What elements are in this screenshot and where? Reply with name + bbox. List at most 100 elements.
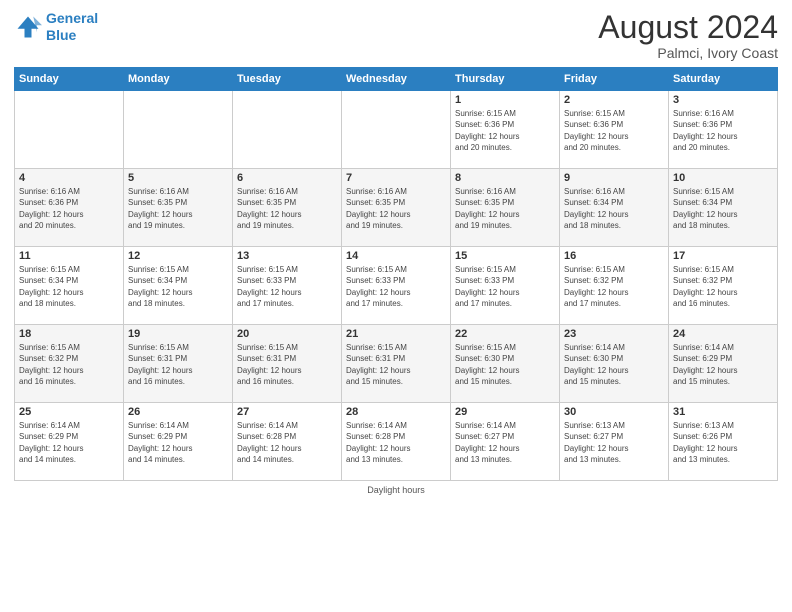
day-number: 28 xyxy=(346,406,446,418)
cell-info: Sunrise: 6:15 AM Sunset: 6:31 PM Dayligh… xyxy=(237,342,337,387)
calendar-cell: 15 Sunrise: 6:15 AM Sunset: 6:33 PM Dayli… xyxy=(451,247,560,325)
cell-info: Sunrise: 6:15 AM Sunset: 6:30 PM Dayligh… xyxy=(455,342,555,387)
cell-info: Sunrise: 6:14 AM Sunset: 6:27 PM Dayligh… xyxy=(455,420,555,465)
cell-info: Sunrise: 6:16 AM Sunset: 6:36 PM Dayligh… xyxy=(673,108,773,153)
title-block: August 2024 Palmci, Ivory Coast xyxy=(598,10,778,61)
calendar-cell xyxy=(124,91,233,169)
cell-info: Sunrise: 6:16 AM Sunset: 6:36 PM Dayligh… xyxy=(19,186,119,231)
day-number: 24 xyxy=(673,328,773,340)
calendar-cell: 7Sunrise: 6:16 AM Sunset: 6:35 PM Daylig… xyxy=(342,169,451,247)
calendar-cell: 20 Sunrise: 6:15 AM Sunset: 6:31 PM Dayli… xyxy=(233,325,342,403)
cell-info: Sunrise: 6:15 AM Sunset: 6:36 PM Dayligh… xyxy=(455,108,555,153)
day-number: 5 xyxy=(128,172,228,184)
main-title: August 2024 xyxy=(598,10,778,45)
day-number: 13 xyxy=(237,250,337,262)
calendar-cell: 19 Sunrise: 6:15 AM Sunset: 6:31 PM Dayli… xyxy=(124,325,233,403)
calendar-cell: 30Sunrise: 6:13 AM Sunset: 6:27 PM Dayli… xyxy=(560,403,669,481)
calendar-cell: 8Sunrise: 6:16 AM Sunset: 6:35 PM Daylig… xyxy=(451,169,560,247)
calendar-cell: 16 Sunrise: 6:15 AM Sunset: 6:32 PM Dayli… xyxy=(560,247,669,325)
weekday-tuesday: Tuesday xyxy=(233,68,342,91)
calendar-cell: 25 Sunrise: 6:14 AM Sunset: 6:29 PM Dayli… xyxy=(15,403,124,481)
calendar-cell: 13 Sunrise: 6:15 AM Sunset: 6:33 PM Dayli… xyxy=(233,247,342,325)
cell-info: Sunrise: 6:15 AM Sunset: 6:33 PM Dayligh… xyxy=(346,264,446,309)
logo-icon xyxy=(14,13,42,41)
week-row-5: 25 Sunrise: 6:14 AM Sunset: 6:29 PM Dayli… xyxy=(15,403,778,481)
weekday-sunday: Sunday xyxy=(15,68,124,91)
calendar-cell: 1 Sunrise: 6:15 AM Sunset: 6:36 PM Daylig… xyxy=(451,91,560,169)
day-number: 19 xyxy=(128,328,228,340)
calendar-cell: 12 Sunrise: 6:15 AM Sunset: 6:34 PM Dayli… xyxy=(124,247,233,325)
calendar-cell: 5Sunrise: 6:16 AM Sunset: 6:35 PM Daylig… xyxy=(124,169,233,247)
calendar-cell: 26 Sunrise: 6:14 AM Sunset: 6:29 PM Dayli… xyxy=(124,403,233,481)
footer-note: Daylight hours xyxy=(14,485,778,495)
calendar-cell: 21Sunrise: 6:15 AM Sunset: 6:31 PM Dayli… xyxy=(342,325,451,403)
cell-info: Sunrise: 6:15 AM Sunset: 6:32 PM Dayligh… xyxy=(564,264,664,309)
weekday-friday: Friday xyxy=(560,68,669,91)
day-number: 4 xyxy=(19,172,119,184)
day-number: 17 xyxy=(673,250,773,262)
calendar-cell: 10Sunrise: 6:15 AM Sunset: 6:34 PM Dayli… xyxy=(669,169,778,247)
weekday-thursday: Thursday xyxy=(451,68,560,91)
cell-info: Sunrise: 6:14 AM Sunset: 6:29 PM Dayligh… xyxy=(128,420,228,465)
cell-info: Sunrise: 6:16 AM Sunset: 6:35 PM Dayligh… xyxy=(346,186,446,231)
calendar-cell: 11Sunrise: 6:15 AM Sunset: 6:34 PM Dayli… xyxy=(15,247,124,325)
cell-info: Sunrise: 6:15 AM Sunset: 6:33 PM Dayligh… xyxy=(237,264,337,309)
calendar-cell: 27Sunrise: 6:14 AM Sunset: 6:28 PM Dayli… xyxy=(233,403,342,481)
calendar-cell: 9 Sunrise: 6:16 AM Sunset: 6:34 PM Daylig… xyxy=(560,169,669,247)
cell-info: Sunrise: 6:14 AM Sunset: 6:29 PM Dayligh… xyxy=(19,420,119,465)
cell-info: Sunrise: 6:16 AM Sunset: 6:35 PM Dayligh… xyxy=(455,186,555,231)
day-number: 26 xyxy=(128,406,228,418)
calendar-cell: 22Sunrise: 6:15 AM Sunset: 6:30 PM Dayli… xyxy=(451,325,560,403)
cell-info: Sunrise: 6:16 AM Sunset: 6:35 PM Dayligh… xyxy=(237,186,337,231)
cell-info: Sunrise: 6:15 AM Sunset: 6:33 PM Dayligh… xyxy=(455,264,555,309)
day-number: 20 xyxy=(237,328,337,340)
calendar-table: SundayMondayTuesdayWednesdayThursdayFrid… xyxy=(14,67,778,481)
week-row-2: 4 Sunrise: 6:16 AM Sunset: 6:36 PM Daylig… xyxy=(15,169,778,247)
calendar-cell xyxy=(233,91,342,169)
logo: General Blue xyxy=(14,10,98,44)
day-number: 16 xyxy=(564,250,664,262)
calendar-cell xyxy=(342,91,451,169)
cell-info: Sunrise: 6:13 AM Sunset: 6:26 PM Dayligh… xyxy=(673,420,773,465)
cell-info: Sunrise: 6:14 AM Sunset: 6:28 PM Dayligh… xyxy=(346,420,446,465)
cell-info: Sunrise: 6:15 AM Sunset: 6:34 PM Dayligh… xyxy=(128,264,228,309)
cell-info: Sunrise: 6:13 AM Sunset: 6:27 PM Dayligh… xyxy=(564,420,664,465)
week-row-3: 11 Sunrise: 6:15 AM Sunset: 6:34 PM Dayli… xyxy=(15,247,778,325)
calendar-cell: 14 Sunrise: 6:15 AM Sunset: 6:33 PM Dayli… xyxy=(342,247,451,325)
cell-info: Sunrise: 6:14 AM Sunset: 6:30 PM Dayligh… xyxy=(564,342,664,387)
cell-info: Sunrise: 6:14 AM Sunset: 6:29 PM Dayligh… xyxy=(673,342,773,387)
day-number: 12 xyxy=(128,250,228,262)
day-number: 1 xyxy=(455,94,555,106)
day-number: 3 xyxy=(673,94,773,106)
day-number: 14 xyxy=(346,250,446,262)
calendar-cell xyxy=(15,91,124,169)
cell-info: Sunrise: 6:15 AM Sunset: 6:36 PM Dayligh… xyxy=(564,108,664,153)
weekday-header-row: SundayMondayTuesdayWednesdayThursdayFrid… xyxy=(15,68,778,91)
week-row-1: 1 Sunrise: 6:15 AM Sunset: 6:36 PM Daylig… xyxy=(15,91,778,169)
weekday-saturday: Saturday xyxy=(669,68,778,91)
day-number: 10 xyxy=(673,172,773,184)
calendar-cell: 2Sunrise: 6:15 AM Sunset: 6:36 PM Daylig… xyxy=(560,91,669,169)
calendar-cell: 6Sunrise: 6:16 AM Sunset: 6:35 PM Daylig… xyxy=(233,169,342,247)
page: General Blue August 2024 Palmci, Ivory C… xyxy=(0,0,792,612)
day-number: 25 xyxy=(19,406,119,418)
day-number: 31 xyxy=(673,406,773,418)
day-number: 27 xyxy=(237,406,337,418)
calendar-cell: 4 Sunrise: 6:16 AM Sunset: 6:36 PM Daylig… xyxy=(15,169,124,247)
header: General Blue August 2024 Palmci, Ivory C… xyxy=(14,10,778,61)
day-number: 15 xyxy=(455,250,555,262)
day-number: 9 xyxy=(564,172,664,184)
calendar-cell: 23Sunrise: 6:14 AM Sunset: 6:30 PM Dayli… xyxy=(560,325,669,403)
calendar-cell: 28 Sunrise: 6:14 AM Sunset: 6:28 PM Dayli… xyxy=(342,403,451,481)
subtitle: Palmci, Ivory Coast xyxy=(598,45,778,61)
calendar-cell: 3 Sunrise: 6:16 AM Sunset: 6:36 PM Daylig… xyxy=(669,91,778,169)
cell-info: Sunrise: 6:15 AM Sunset: 6:32 PM Dayligh… xyxy=(19,342,119,387)
weekday-monday: Monday xyxy=(124,68,233,91)
day-number: 18 xyxy=(19,328,119,340)
cell-info: Sunrise: 6:15 AM Sunset: 6:31 PM Dayligh… xyxy=(128,342,228,387)
cell-info: Sunrise: 6:15 AM Sunset: 6:31 PM Dayligh… xyxy=(346,342,446,387)
day-number: 29 xyxy=(455,406,555,418)
cell-info: Sunrise: 6:15 AM Sunset: 6:32 PM Dayligh… xyxy=(673,264,773,309)
day-number: 11 xyxy=(19,250,119,262)
cell-info: Sunrise: 6:16 AM Sunset: 6:34 PM Dayligh… xyxy=(564,186,664,231)
